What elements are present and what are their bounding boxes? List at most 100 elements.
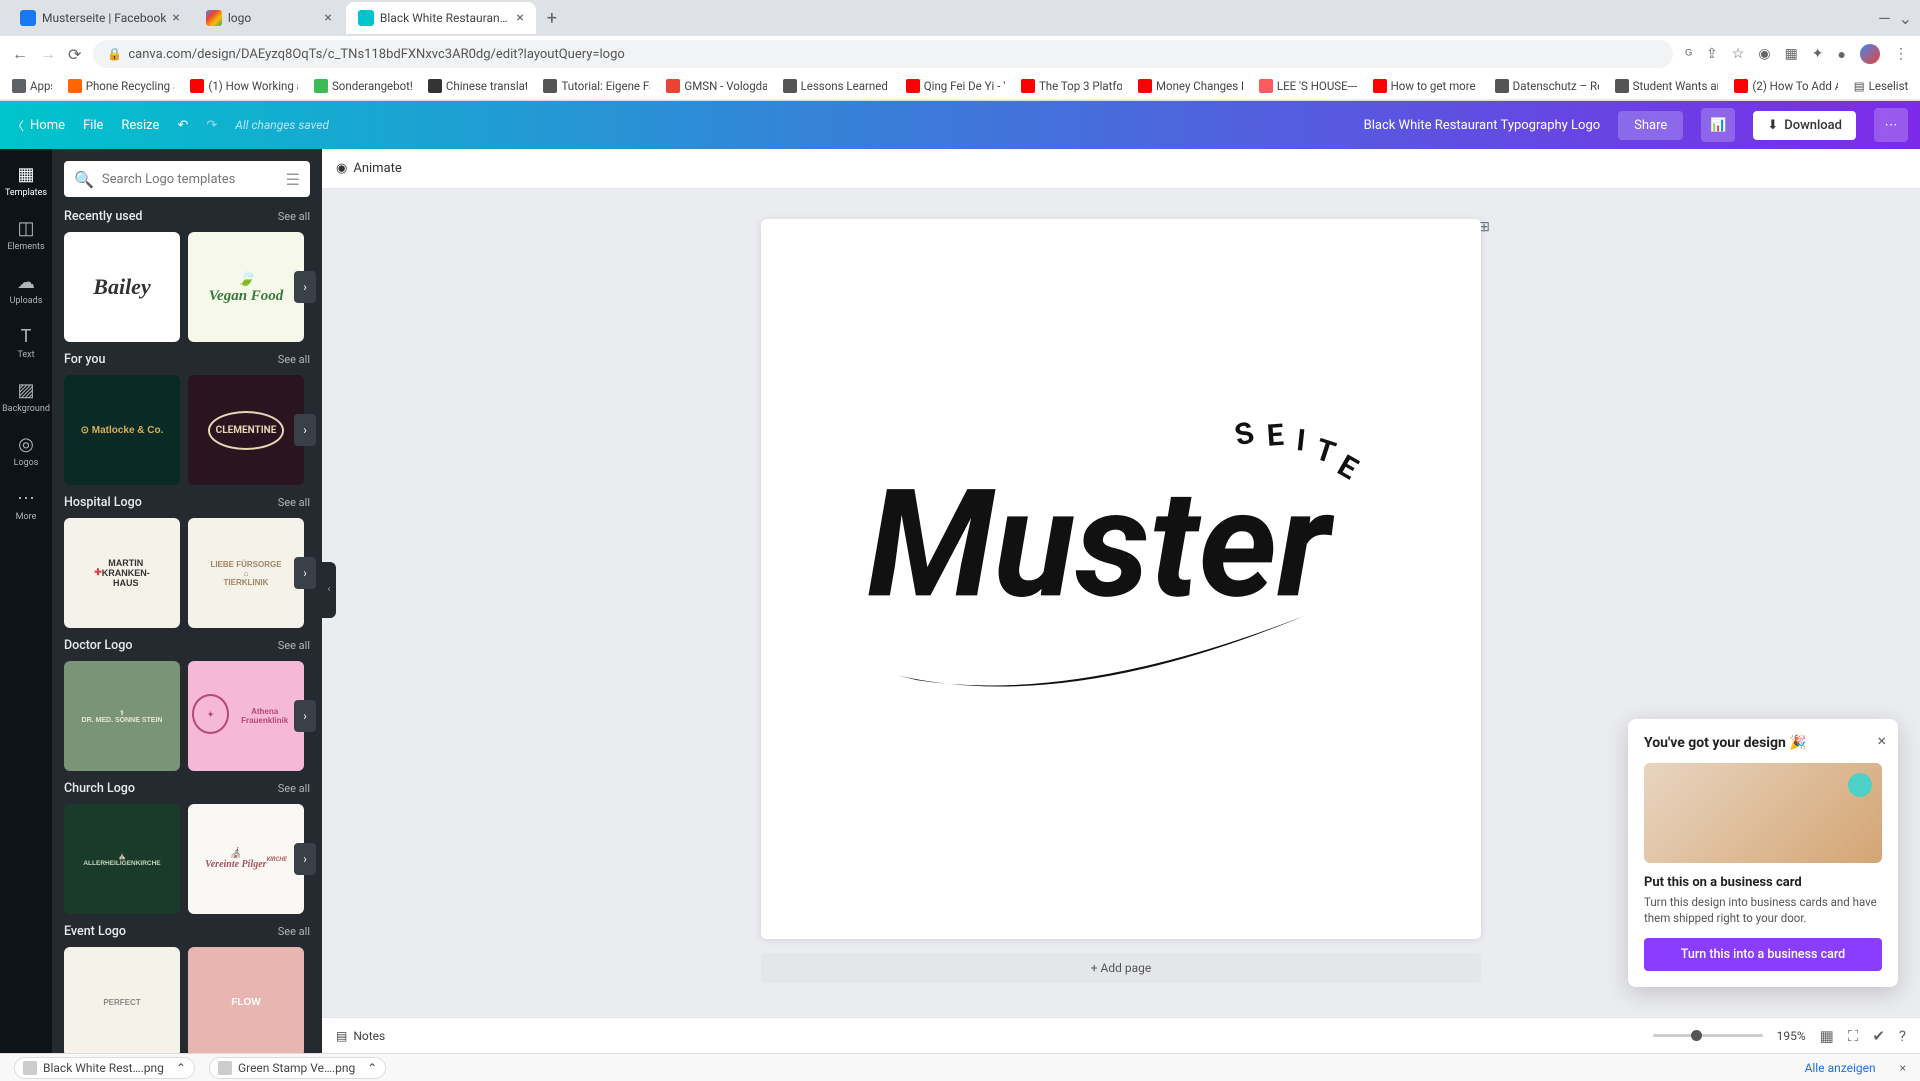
logo-graphic[interactable]: S E I T E Muster <box>847 406 1365 745</box>
rail-logos[interactable]: ◎Logos <box>0 425 52 477</box>
scroll-right-icon[interactable]: › <box>294 271 316 303</box>
bookmark[interactable]: Chinese translati… <box>428 79 528 93</box>
see-all-link[interactable]: See all <box>278 639 310 652</box>
close-icon[interactable]: × <box>516 10 523 26</box>
rail-background[interactable]: ▨Background <box>0 371 52 423</box>
profile-avatar[interactable] <box>1860 44 1880 64</box>
share-icon[interactable]: ⇪ <box>1706 46 1718 62</box>
menu-icon[interactable]: ⋮ <box>1894 46 1908 62</box>
tab-canva-active[interactable]: Black White Restaurant Typo… × <box>346 2 536 34</box>
filter-icon[interactable]: ☰ <box>286 170 300 189</box>
scroll-right-icon[interactable]: › <box>294 843 316 875</box>
promo-cta-button[interactable]: Turn this into a business card <box>1644 938 1882 971</box>
check-icon[interactable]: ✔ <box>1872 1027 1885 1045</box>
rail-uploads[interactable]: ☁Uploads <box>0 263 52 315</box>
help-icon[interactable]: ? <box>1899 1027 1906 1045</box>
scroll-right-icon[interactable]: › <box>294 700 316 732</box>
ext-icon[interactable]: ▦ <box>1785 46 1798 62</box>
bookmark[interactable]: Money Changes E… <box>1138 79 1243 93</box>
chevron-down-icon[interactable]: ⌄ <box>1899 9 1912 28</box>
tab-facebook[interactable]: Musterseite | Facebook × <box>8 2 192 34</box>
bookmark[interactable]: (1) How Working a… <box>190 79 298 93</box>
new-tab-button[interactable]: + <box>538 4 566 32</box>
puzzle-icon[interactable]: ✦ <box>1812 46 1824 62</box>
forward-icon[interactable]: → <box>40 44 56 64</box>
rail-templates[interactable]: ▦Templates <box>0 155 52 207</box>
design-page[interactable]: S E I T E Muster <box>761 219 1481 939</box>
template-thumb[interactable]: Bailey <box>64 232 180 342</box>
ext-icon[interactable]: ◉ <box>1758 46 1770 62</box>
translate-icon[interactable]: ᴳ <box>1685 46 1692 63</box>
scroll-right-icon[interactable]: › <box>294 414 316 446</box>
template-thumb[interactable]: CLEMENTINE <box>188 375 304 485</box>
close-icon[interactable]: × <box>172 10 179 26</box>
reload-icon[interactable]: ⟳ <box>68 45 81 64</box>
bookmark[interactable]: How to get more v… <box>1373 79 1479 93</box>
bookmark[interactable]: Tutorial: Eigene Fa… <box>543 79 650 93</box>
document-title[interactable]: Black White Restaurant Typography Logo <box>1364 118 1601 133</box>
bookmark[interactable]: (2) How To Add A… <box>1734 79 1837 93</box>
undo-icon[interactable]: ↶ <box>177 118 188 133</box>
bookmark[interactable]: Sonderangebot! … <box>314 79 412 93</box>
tab-logo-search[interactable]: logo × <box>194 2 344 34</box>
share-button[interactable]: Share <box>1618 111 1683 140</box>
see-all-link[interactable]: See all <box>278 782 310 795</box>
zoom-percent[interactable]: 195% <box>1777 1029 1806 1043</box>
bookmark[interactable]: Qing Fei De Yi - Y… <box>906 79 1005 93</box>
collapse-panel-icon[interactable]: ‹ <box>322 562 336 618</box>
reading-list[interactable]: ▤Leseliste <box>1854 79 1908 93</box>
notes-button[interactable]: ▤Notes <box>336 1029 385 1043</box>
scroll-right-icon[interactable]: › <box>294 557 316 589</box>
minimize-icon[interactable]: — <box>1878 9 1891 28</box>
template-thumb[interactable]: ⚕DR. MED. SONNE STEIN <box>64 661 180 771</box>
ext-icon[interactable]: ● <box>1838 46 1846 63</box>
zoom-thumb[interactable] <box>1691 1030 1702 1041</box>
template-thumb[interactable]: 🍃Vegan Food <box>188 232 304 342</box>
close-icon[interactable]: × <box>1877 731 1886 750</box>
template-thumb[interactable]: FLOW <box>188 947 304 1053</box>
bookmark[interactable]: GMSN - Vologda,… <box>666 79 766 93</box>
search-input[interactable] <box>102 172 278 187</box>
template-thumb[interactable]: PERFECT <box>64 947 180 1053</box>
template-thumb[interactable]: ⊙ Matlocke & Co. <box>64 375 180 485</box>
see-all-link[interactable]: See all <box>278 496 310 509</box>
star-icon[interactable]: ☆ <box>1732 46 1745 62</box>
chevron-up-icon[interactable]: ⌃ <box>176 1061 186 1075</box>
download-button[interactable]: ⬇Download <box>1753 111 1856 140</box>
redo-icon[interactable]: ↷ <box>206 118 217 133</box>
home-button[interactable]: 〈Home <box>12 117 65 134</box>
download-item[interactable]: Green Stamp Ve….png⌃ <box>209 1057 386 1079</box>
fullscreen-icon[interactable]: ⛶ <box>1848 1027 1859 1045</box>
file-menu-button[interactable]: File <box>83 118 103 133</box>
panel-scroll[interactable]: Recently usedSee all Bailey 🍃Vegan Food … <box>52 209 322 1053</box>
more-icon[interactable]: ⋯ <box>1874 108 1908 142</box>
see-all-link[interactable]: See all <box>278 925 310 938</box>
rail-text[interactable]: TText <box>0 317 52 369</box>
bookmark[interactable]: Student Wants an… <box>1615 79 1719 93</box>
template-thumb[interactable]: ✦Athena Frauenklinik <box>188 661 304 771</box>
back-icon[interactable]: ← <box>12 44 28 64</box>
rail-more[interactable]: ⋯More <box>0 479 52 531</box>
apps-button[interactable]: Apps <box>12 79 52 93</box>
zoom-slider[interactable] <box>1653 1034 1763 1037</box>
grid-view-icon[interactable]: ▦ <box>1820 1027 1834 1045</box>
resize-button[interactable]: Resize <box>121 118 159 133</box>
see-all-link[interactable]: See all <box>278 210 310 223</box>
see-all-link[interactable]: See all <box>278 353 310 366</box>
bookmark[interactable]: The Top 3 Platfor… <box>1021 79 1122 93</box>
template-thumb[interactable]: ⛪ALLERHEILIGENKIRCHE <box>64 804 180 914</box>
add-page-button[interactable]: + Add page <box>761 953 1481 983</box>
chevron-up-icon[interactable]: ⌃ <box>367 1061 377 1075</box>
template-thumb[interactable]: ⛪Vereinte PilgerKIRCHE <box>188 804 304 914</box>
template-thumb[interactable]: LIEBE FÜRSORGE⌂TIERKLINIK <box>188 518 304 628</box>
close-icon[interactable]: × <box>324 10 331 26</box>
insights-icon[interactable]: 📊 <box>1701 108 1735 142</box>
bookmark[interactable]: Phone Recycling a… <box>68 79 175 93</box>
show-all-downloads[interactable]: Alle anzeigen <box>1805 1061 1876 1075</box>
template-thumb[interactable]: ✚ MARTINKRANKEN-HAUS <box>64 518 180 628</box>
rail-elements[interactable]: ◫Elements <box>0 209 52 261</box>
close-icon[interactable]: × <box>1900 1061 1906 1075</box>
bookmark[interactable]: Datenschutz – Re… <box>1495 79 1599 93</box>
url-box[interactable]: 🔒 canva.com/design/DAEyzq8OqTs/c_TNs118b… <box>93 40 1673 68</box>
bookmark[interactable]: Lessons Learned f… <box>783 79 890 93</box>
